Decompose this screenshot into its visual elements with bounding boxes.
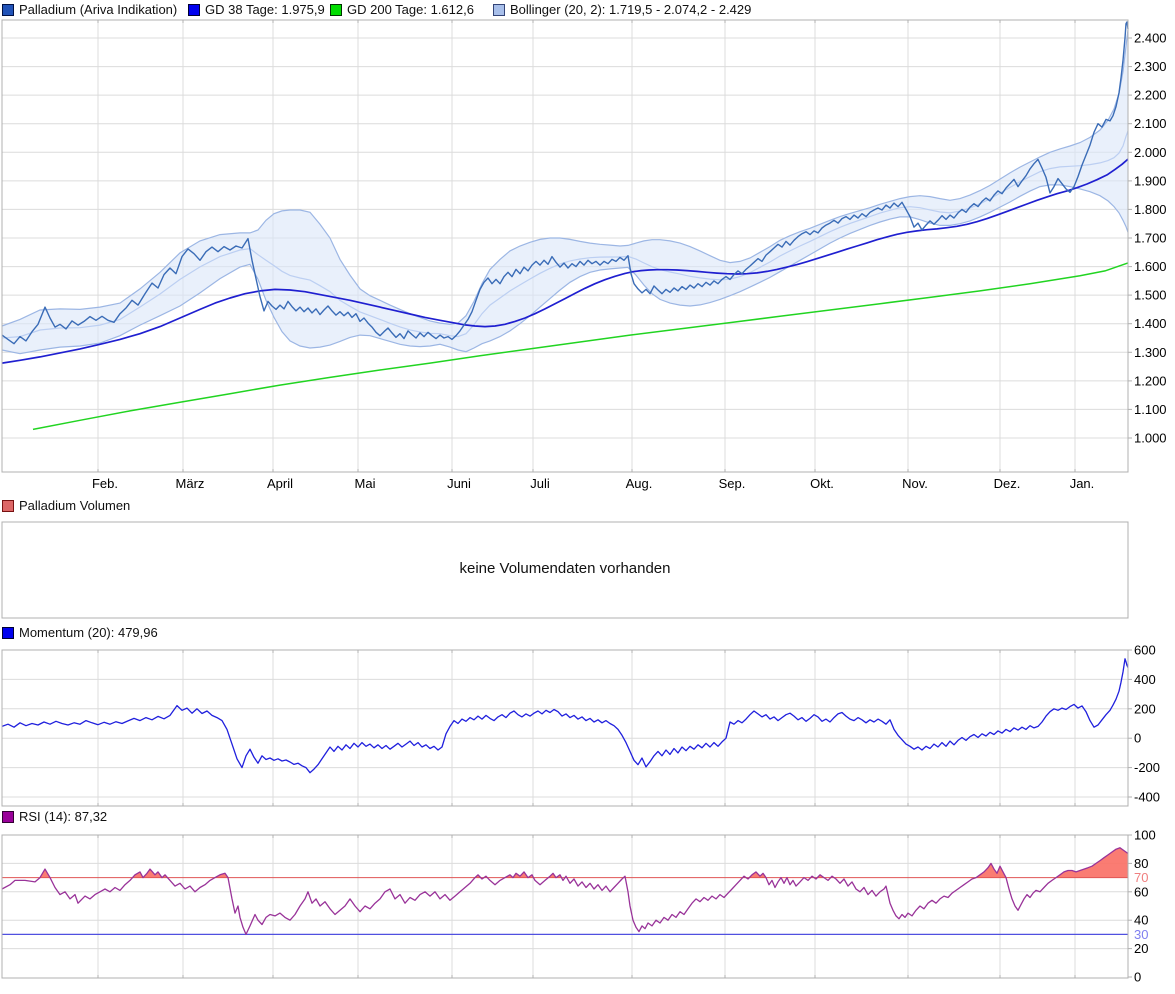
momentum-legend-label: Momentum (20): 479,96 [19,625,158,640]
x-axis-month-label: Aug. [626,476,653,491]
x-axis-month-label: Juni [447,476,471,491]
momentum-swatch-icon [2,627,14,639]
bollinger-legend-label: Bollinger (20, 2): 1.719,5 - 2.074,2 - 2… [510,2,751,17]
y-axis-label: 400 [1134,672,1156,687]
y-axis-label: 1.200 [1134,373,1167,388]
x-axis-month-label: Mai [355,476,376,491]
charts-canvas: 2.400 2.300 2.200 2.100 2.000 1.900 1.800 1.700… [0,0,1175,994]
palladium-volumen-swatch-icon [2,500,14,512]
rsi-legend-item: RSI (14): 87,32 [2,809,107,824]
volume-legend: Palladium Volumen [0,498,1175,514]
x-axis-month-label: April [267,476,293,491]
palladium-legend-label: Palladium (Ariva Indikation) [19,2,177,17]
rsi-panel [2,835,1132,978]
x-axis-month-label: Dez. [994,476,1021,491]
y-axis-label: 0 [1134,970,1141,985]
main-price-panel [2,20,1132,472]
y-axis-label: 40 [1134,913,1148,928]
y-axis-label: 1.100 [1134,402,1167,417]
y-axis-label: 100 [1134,828,1156,843]
bollinger-swatch-icon [493,4,505,16]
momentum-panel [2,650,1132,806]
rsi-legend-label: RSI (14): 87,32 [19,809,107,824]
y-axis-label: 1.500 [1134,288,1167,303]
y-axis-label: 1.300 [1134,345,1167,360]
y-axis-label: -200 [1134,760,1160,775]
y-axis-label: 1.600 [1134,259,1167,274]
y-axis-label: 1.000 [1134,431,1167,446]
rsi-legend: RSI (14): 87,32 [0,809,1175,825]
y-axis-label: 60 [1134,884,1148,899]
palladium-volumen-legend-label: Palladium Volumen [19,498,130,513]
chart-widget: 2.400 2.300 2.200 2.100 2.000 1.900 1.800 1.700… [0,0,1175,994]
x-axis-month-label: Feb. [92,476,118,491]
momentum-legend: Momentum (20): 479,96 [0,625,1175,641]
rsi-overbought-fill [976,863,1006,877]
y-axis-label: 600 [1134,643,1156,658]
x-axis-month-label: Sep. [719,476,746,491]
gd38-legend-item: GD 38 Tage: 1.975,9 [188,2,325,17]
palladium-swatch-icon [2,4,14,16]
x-axis-month-label: Okt. [810,476,834,491]
volume-empty-message: keine Volumendaten vorhanden [2,560,1128,577]
price-legend: Palladium (Ariva Indikation) GD 38 Tage: … [0,2,1175,18]
gd38-legend-label: GD 38 Tage: 1.975,9 [205,2,325,17]
gd38-swatch-icon [188,4,200,16]
y-axis-label: 20 [1134,941,1148,956]
y-axis-label: 2.000 [1134,145,1167,160]
palladium-legend-item: Palladium (Ariva Indikation) [2,2,177,17]
bollinger-legend-item: Bollinger (20, 2): 1.719,5 - 2.074,2 - 2… [493,2,751,17]
x-axis-month-label: März [176,476,205,491]
bollinger-band-fill [2,29,1128,353]
y-axis-label: 1.700 [1134,231,1167,246]
gd200-legend-item: GD 200 Tage: 1.612,6 [330,2,474,17]
y-axis-label: 0 [1134,731,1141,746]
rsi-level-label: 70 [1134,870,1148,885]
rsi-panel-border [2,835,1128,978]
momentum-legend-item: Momentum (20): 479,96 [2,625,158,640]
rsi-swatch-icon [2,811,14,823]
momentum-panel-border [2,650,1128,806]
y-axis-label: 2.300 [1134,59,1167,74]
x-axis-month-label: Jan. [1070,476,1095,491]
rsi-overbought-fill [1056,848,1128,878]
y-axis-label: 200 [1134,701,1156,716]
y-axis-label: -400 [1134,790,1160,805]
palladium-volumen-legend-item: Palladium Volumen [2,498,130,513]
y-axis-label: 1.400 [1134,316,1167,331]
x-axis-month-label: Nov. [902,476,928,491]
gd200-legend-label: GD 200 Tage: 1.612,6 [347,2,474,17]
y-axis-label: 80 [1134,856,1148,871]
y-axis-label: 2.400 [1134,31,1167,46]
x-axis-month-label: Juli [530,476,550,491]
momentum-line [2,659,1128,773]
gd200-swatch-icon [330,4,342,16]
rsi-line [2,848,1128,935]
rsi-level-label: 30 [1134,927,1148,942]
y-axis-label: 2.100 [1134,116,1167,131]
y-axis-label: 1.800 [1134,202,1167,217]
y-axis-label: 1.900 [1134,173,1167,188]
y-axis-label: 2.200 [1134,88,1167,103]
